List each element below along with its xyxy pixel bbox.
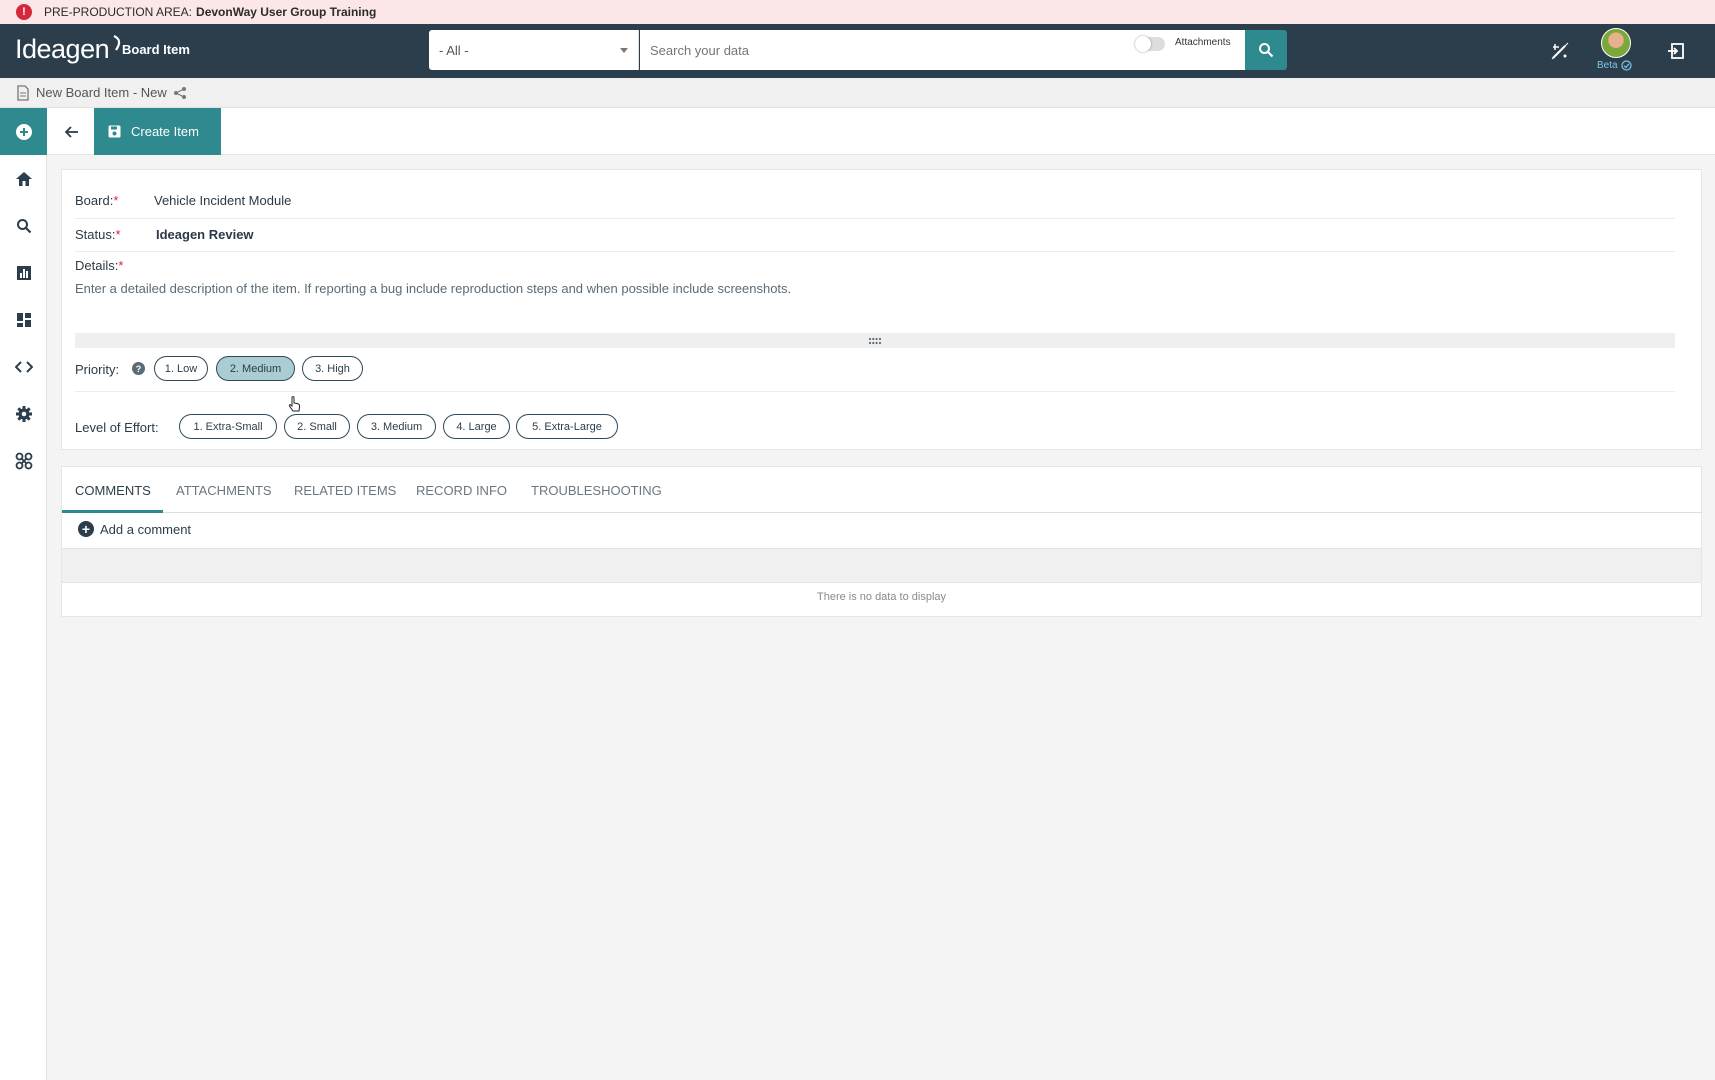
beta-badge: Beta (1597, 60, 1632, 71)
plus-circle-icon (15, 123, 32, 140)
tabs-panel: COMMENTS ATTACHMENTS RELATED ITEMS RECOR… (61, 466, 1702, 617)
divider (75, 391, 1675, 392)
effort-option-small[interactable]: 2. Small (284, 414, 350, 439)
integrations-icon (15, 452, 32, 470)
attachments-toggle-label: Attachments (1175, 37, 1231, 48)
search-input[interactable] (650, 42, 1130, 58)
action-toolbar: Create Item (47, 108, 1715, 155)
banner-prefix: PRE-PRODUCTION AREA: (44, 5, 193, 19)
search-button[interactable] (1245, 30, 1287, 70)
tab-bar: COMMENTS ATTACHMENTS RELATED ITEMS RECOR… (62, 467, 1701, 513)
add-comment-label: Add a comment (100, 521, 192, 537)
logo-text: Ideagen (15, 34, 110, 64)
board-label: Board:* (75, 193, 119, 208)
ideagen-logo[interactable]: Ideagen (15, 34, 125, 65)
search-scope-dropdown[interactable]: - All - (429, 30, 639, 70)
sidebar-item-developer[interactable] (0, 352, 47, 382)
tab-related-items[interactable]: RELATED ITEMS (294, 483, 396, 498)
app-title: Board Item (122, 42, 190, 57)
sidebar-item-dashboards[interactable] (0, 305, 47, 335)
effort-option-extra-large[interactable]: 5. Extra-Large (516, 414, 618, 439)
breadcrumb-title: New Board Item - New (36, 85, 167, 100)
effort-option-large[interactable]: 4. Large (443, 414, 510, 439)
share-icon[interactable] (173, 86, 187, 100)
search-icon (1259, 43, 1274, 58)
plus-circle-icon: + (78, 521, 94, 537)
left-sidebar (0, 108, 47, 1080)
arrow-left-icon (64, 125, 78, 138)
preproduction-banner: ! PRE-PRODUCTION AREA: DevonWay User Gro… (0, 0, 1715, 24)
priority-option-low[interactable]: 1. Low (154, 356, 208, 381)
code-icon (14, 361, 33, 373)
priority-label: Priority: (75, 362, 120, 377)
logout-icon[interactable] (1663, 38, 1689, 64)
details-editor[interactable]: Enter a detailed description of the item… (75, 281, 1675, 331)
help-icon[interactable]: ? (132, 362, 145, 375)
sidebar-item-search[interactable] (0, 211, 47, 241)
comments-grid-header (62, 548, 1701, 583)
grip-icon (868, 337, 882, 344)
create-item-button[interactable]: Create Item (94, 108, 221, 155)
back-button[interactable] (51, 108, 93, 155)
create-item-label: Create Item (131, 124, 199, 139)
save-icon (108, 125, 121, 138)
tab-record-info[interactable]: RECORD INFO (416, 483, 507, 498)
magic-wand-icon[interactable] (1547, 38, 1573, 64)
empty-state-text: There is no data to display (816, 591, 947, 603)
attachments-toggle[interactable] (1135, 36, 1165, 52)
board-value[interactable]: Vehicle Incident Module (154, 193, 291, 208)
effort-option-medium[interactable]: 3. Medium (357, 414, 436, 439)
item-form: Board:* Vehicle Incident Module Status:*… (61, 169, 1702, 450)
search-icon (16, 219, 31, 234)
tab-comments[interactable]: COMMENTS (75, 483, 151, 498)
effort-label: Level of Effort: (75, 420, 159, 435)
tab-attachments[interactable]: ATTACHMENTS (176, 483, 272, 498)
sidebar-add-button[interactable] (0, 108, 47, 155)
beta-label: Beta (1597, 60, 1618, 71)
gear-icon (15, 406, 32, 422)
beta-check-icon (1620, 60, 1632, 71)
home-icon (15, 172, 32, 186)
sidebar-item-reports[interactable] (0, 258, 47, 288)
alert-icon: ! (16, 4, 32, 20)
priority-option-medium[interactable]: 2. Medium (216, 356, 295, 381)
priority-option-high[interactable]: 3. High (302, 356, 363, 381)
document-icon (17, 84, 29, 101)
dashboard-icon (16, 313, 31, 327)
hand-cursor-icon (288, 396, 302, 417)
breadcrumb: New Board Item - New (0, 78, 1715, 108)
sidebar-item-settings[interactable] (0, 399, 47, 429)
banner-env-name: DevonWay User Group Training (196, 5, 377, 19)
effort-option-extra-small[interactable]: 1. Extra-Small (179, 414, 277, 439)
scope-value: - All - (439, 42, 469, 58)
user-avatar[interactable] (1601, 28, 1631, 58)
status-label: Status:* (75, 227, 121, 242)
sidebar-item-home[interactable] (0, 164, 47, 194)
editor-resize-handle[interactable] (75, 333, 1675, 348)
bar-chart-icon (16, 266, 31, 280)
tab-troubleshooting[interactable]: TROUBLESHOOTING (531, 483, 662, 498)
details-label: Details:* (75, 258, 124, 273)
chevron-down-icon (620, 47, 628, 53)
active-tab-indicator (62, 510, 163, 513)
add-comment-button[interactable]: + Add a comment (78, 521, 191, 537)
divider (75, 251, 1675, 252)
divider (75, 218, 1675, 219)
sidebar-item-integrations[interactable] (0, 446, 47, 476)
top-header: Ideagen Board Item - All - Attachments B… (0, 24, 1715, 78)
status-value: Ideagen Review (156, 227, 254, 242)
